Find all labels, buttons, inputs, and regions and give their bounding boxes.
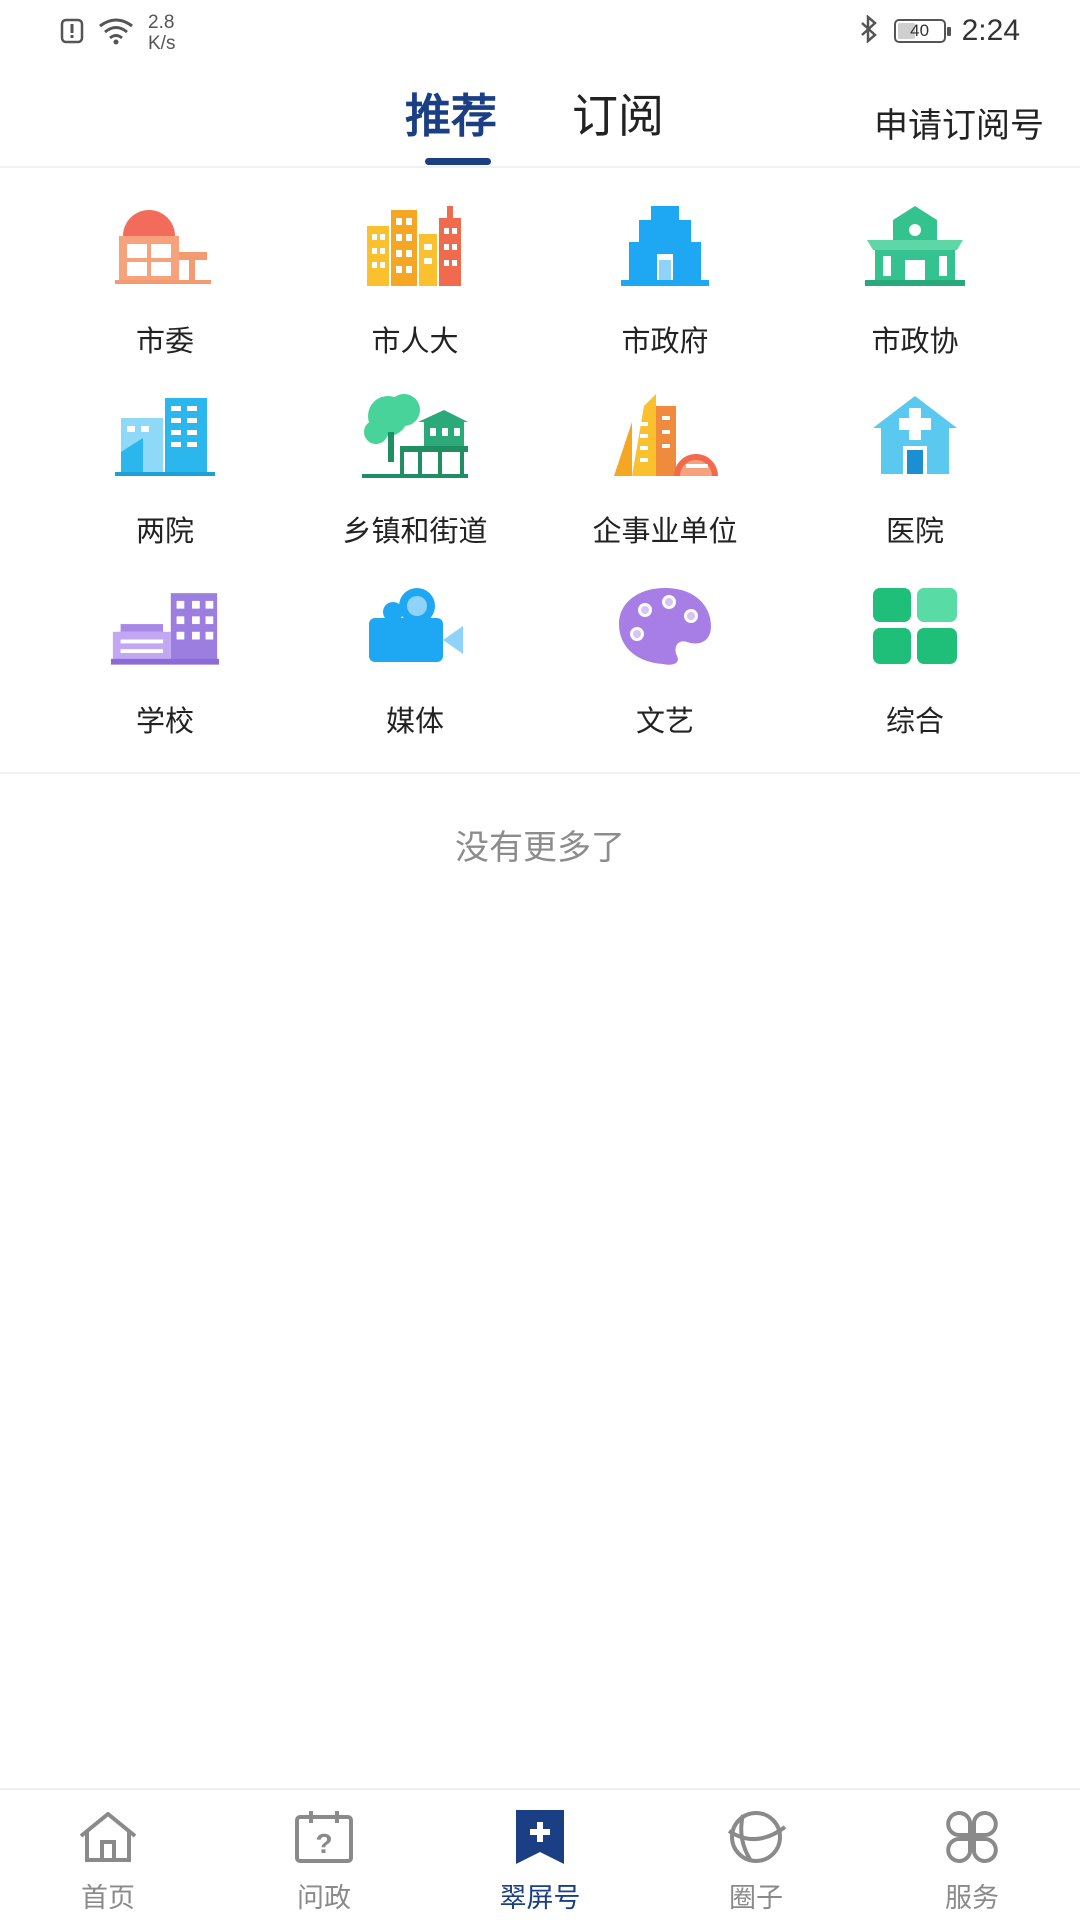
- network-speed: 2.8 K/s: [148, 12, 175, 54]
- video-camera-icon: [359, 570, 471, 682]
- category-media[interactable]: 媒体: [290, 570, 540, 760]
- category-label: 企事业单位: [592, 514, 738, 548]
- nav-label: 服务: [945, 1883, 999, 1914]
- category-township-street[interactable]: 乡镇和街道: [290, 380, 540, 570]
- category-shirenda[interactable]: 市人大: [290, 190, 540, 380]
- nav-item-wenzheng[interactable]: ? 问政: [216, 1790, 432, 1920]
- network-speed-value: 2.8: [148, 12, 175, 33]
- no-more-text: 没有更多了: [455, 828, 625, 868]
- status-bar: 2.8 K/s 40 2:24: [0, 0, 1080, 70]
- category-liangyuan[interactable]: 两院: [40, 380, 290, 570]
- category-label: 媒体: [385, 704, 444, 738]
- bottom-nav: 首页 ? 问政 翠屏号 圈子 服务: [0, 1788, 1080, 1920]
- category-enterprise[interactable]: 企事业单位: [540, 380, 790, 570]
- category-label: 文艺: [635, 704, 694, 738]
- category-school[interactable]: 学校: [40, 570, 290, 760]
- court-buildings-icon: [109, 380, 221, 492]
- status-right: 40 2:24: [860, 14, 1020, 48]
- school-icon: [109, 570, 221, 682]
- category-shizhengxie[interactable]: 市政协: [790, 190, 1040, 380]
- tab-subscribe[interactable]: 订阅: [572, 88, 664, 144]
- nav-label: 首页: [81, 1883, 135, 1914]
- alert-icon: [60, 18, 84, 48]
- tab-recommend-label: 推荐: [405, 89, 497, 143]
- cppcc-building-icon: [859, 190, 971, 302]
- bookmark-plus-icon: [507, 1808, 573, 1866]
- category-label: 两院: [135, 514, 194, 548]
- wifi-icon: [98, 17, 134, 49]
- category-label: 乡镇和街道: [342, 514, 488, 548]
- battery-icon: 40: [893, 19, 951, 43]
- home-icon: [75, 1808, 141, 1866]
- city-buildings-icon: [359, 190, 471, 302]
- party-committee-icon: [109, 190, 221, 302]
- category-grid: 市委 市人大 市政府 市政协 两院 乡镇和街道 企事业单位 医院 学校 媒体 文…: [0, 190, 1080, 760]
- nav-label: 圈子: [729, 1883, 783, 1914]
- government-building-icon: [609, 190, 721, 302]
- status-left: 2.8 K/s: [60, 12, 175, 54]
- nav-label: 翠屏号: [499, 1883, 581, 1914]
- grid-squares-icon: [859, 570, 971, 682]
- svg-text:?: ?: [315, 1828, 332, 1859]
- category-label: 市委: [135, 324, 194, 358]
- category-shizhengfu[interactable]: 市政府: [540, 190, 790, 380]
- clover-grid-icon: [939, 1808, 1005, 1866]
- category-shiwei[interactable]: 市委: [40, 190, 290, 380]
- nav-item-circle[interactable]: 圈子: [648, 1790, 864, 1920]
- nav-item-cuipinghao[interactable]: 翠屏号: [432, 1790, 648, 1920]
- apply-subscription-button[interactable]: 申请订阅号: [874, 98, 1044, 147]
- circle-orbit-icon: [723, 1808, 789, 1866]
- battery-level: 40: [910, 21, 930, 40]
- clock: 2:24: [961, 14, 1020, 47]
- top-tab-bar: 推荐 订阅 申请订阅号: [0, 70, 1080, 168]
- category-label: 市人大: [371, 324, 459, 358]
- active-tab-indicator: [425, 158, 491, 165]
- category-comprehensive[interactable]: 综合: [790, 570, 1040, 760]
- category-label: 医院: [885, 514, 944, 548]
- hospital-icon: [859, 380, 971, 492]
- art-palette-icon: [609, 570, 721, 682]
- town-street-icon: [359, 380, 471, 492]
- tab-subscribe-label: 订阅: [572, 89, 664, 143]
- enterprise-buildings-icon: [609, 380, 721, 492]
- network-speed-unit: K/s: [148, 33, 176, 54]
- section-divider: [0, 772, 1080, 774]
- nav-item-services[interactable]: 服务: [864, 1790, 1080, 1920]
- category-label: 市政协: [871, 324, 959, 358]
- question-calendar-icon: ?: [291, 1808, 357, 1866]
- category-arts[interactable]: 文艺: [540, 570, 790, 760]
- category-hospital[interactable]: 医院: [790, 380, 1040, 570]
- tab-recommend[interactable]: 推荐: [405, 88, 497, 165]
- category-label: 学校: [135, 704, 194, 738]
- category-label: 市政府: [621, 324, 709, 358]
- nav-label: 问政: [297, 1883, 351, 1914]
- nav-item-home[interactable]: 首页: [0, 1790, 216, 1920]
- bluetooth-icon: [860, 14, 878, 47]
- category-label: 综合: [885, 704, 944, 738]
